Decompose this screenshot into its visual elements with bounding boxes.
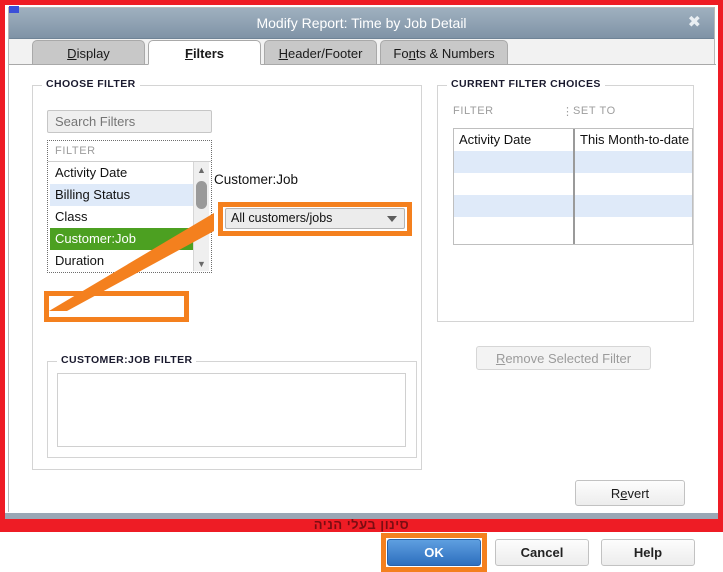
tab-header-footer[interactable]: Header/Footer [264,40,377,65]
remove-filter-label: emove Selected Filter [505,350,632,366]
filter-list-header: FILTER [48,141,211,162]
customer-job-dropdown[interactable]: All customers/jobs [225,208,405,229]
tab-bar: Display Filters Header/Footer Fonts & Nu… [9,39,716,65]
search-filters-input[interactable] [47,110,212,133]
customer-job-filter-listbox[interactable] [57,373,406,447]
current-filter-choices-group: CURRENT FILTER CHOICES FILTER ⋮ SET TO A… [437,78,694,322]
list-item[interactable]: Activity Date [50,162,197,184]
filter-listbox[interactable]: FILTER Activity Date Billing Status Clas… [47,140,212,273]
tab-filters[interactable]: Filters [148,40,261,65]
dialog-title: Modify Report: Time by Job Detail [256,15,467,31]
filter-list-scrollbar[interactable]: ▲ ▼ [193,162,209,271]
list-item[interactable]: Duration [50,250,197,271]
annotation-bottom-bar: סינון בעלי הניה [0,519,723,532]
cell-filter: Activity Date [459,132,532,147]
modify-report-dialog: Modify Report: Time by Job Detail ✖ Disp… [8,7,716,572]
customer-job-filter-legend: CUSTOMER:JOB FILTER [57,354,197,366]
customer-job-dropdown-value: All customers/jobs [231,211,333,225]
customer-job-filter-group: CUSTOMER:JOB FILTER [47,354,417,458]
filter-detail-label: Customer:Job [214,172,299,187]
tab-header-footer-label: eader/Footer [287,46,363,61]
scrollbar-thumb[interactable] [196,181,207,209]
current-filter-choices-header: FILTER ⋮ SET TO [453,105,681,125]
list-item[interactable]: Billing Status [50,184,197,206]
window-corner-marker [9,6,19,13]
cancel-button[interactable]: Cancel [495,539,589,566]
table-column-divider [573,129,575,244]
close-icon[interactable]: ✖ [683,8,706,38]
current-filter-choices-table[interactable]: Activity Date This Month-to-date [453,128,693,245]
dialog-content: CHOOSE FILTER FILTER Activity Date Billi… [9,64,716,572]
tab-filters-label: ilters [192,46,225,61]
revert-button[interactable]: Re vert [575,480,685,506]
chevron-down-icon [387,216,397,222]
scroll-down-icon[interactable]: ▼ [194,256,209,271]
current-filter-choices-legend: CURRENT FILTER CHOICES [447,78,605,90]
revert-label: vert [627,485,650,501]
list-item-selected[interactable]: Customer:Job [50,228,197,250]
clipped-bottom-text: סינון בעלי הניה [313,519,410,532]
ok-button[interactable]: OK [387,539,481,566]
tab-display-label: isplay [76,46,110,61]
tab-fonts-numbers[interactable]: Fonts & Numbers [380,40,508,65]
remove-filter-accel: R [495,350,506,366]
dialog-titlebar: Modify Report: Time by Job Detail ✖ [9,8,714,39]
help-button[interactable]: Help [601,539,695,566]
remove-selected-filter-button[interactable]: Remove Selected Filter [476,346,651,370]
list-item[interactable]: Class [50,206,197,228]
tab-fonts-numbers-label: ts & Numbers [415,46,495,61]
revert-accel: e [620,485,628,501]
cell-set-to: This Month-to-date [580,132,690,147]
column-header-set-to: SET TO [573,105,616,117]
tab-display[interactable]: Display [32,40,145,65]
choose-filter-legend: CHOOSE FILTER [42,78,140,90]
column-resize-handle-icon[interactable]: ⋮ [562,105,573,118]
column-header-filter: FILTER [453,105,494,117]
scroll-up-icon[interactable]: ▲ [194,162,209,177]
filter-list-rows: Activity Date Billing Status Class Custo… [50,162,197,271]
